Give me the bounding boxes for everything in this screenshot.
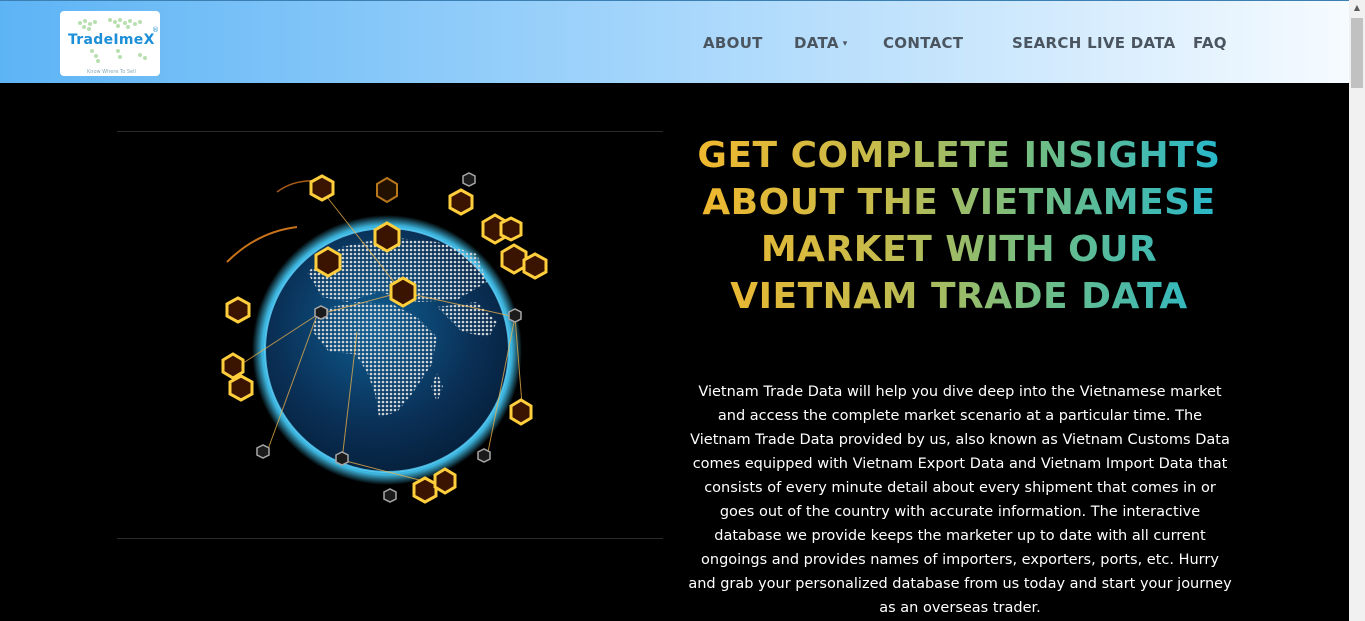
nav-contact-label: CONTACT [883,34,964,52]
nav-search-live-data[interactable]: SEARCH LIVE DATA [1012,34,1176,52]
hero-image-bottom-divider [117,538,663,539]
nav-search-live-data-label: SEARCH LIVE DATA [1012,34,1176,52]
chevron-down-icon: ▾ [842,39,848,49]
logo-tagline: Know Where To Sell [87,69,136,75]
globe-icon [221,172,548,504]
nav-about[interactable]: ABOUT [703,34,763,52]
page-scrollbar[interactable]: ▲ [1349,0,1365,621]
nav-faq-label: FAQ [1193,34,1227,52]
logo-wordmark: TradeImeX [68,32,155,48]
registered-mark: ® [152,26,159,34]
scroll-up-arrow-icon[interactable]: ▲ [1349,0,1365,16]
nav-contact[interactable]: CONTACT [883,34,963,52]
scroll-thumb[interactable] [1351,18,1363,88]
nav-data-label: DATA [794,34,839,52]
nav-data-dropdown[interactable]: DATA ▾ [794,34,848,52]
tradeimex-logo[interactable]: TradeImeX ® Know Where To Sell [60,11,160,76]
hero-globe-image [117,132,663,538]
hero-headline: GET COMPLETE INSIGHTS ABOUT THE VIETNAME… [686,132,1232,320]
site-header: TradeImeX ® Know Where To Sell ABOUT DAT… [0,0,1349,83]
nav-faq[interactable]: FAQ [1193,34,1227,52]
hero-description: Vietnam Trade Data will help you dive de… [688,384,1232,616]
nav-about-label: ABOUT [703,34,763,52]
